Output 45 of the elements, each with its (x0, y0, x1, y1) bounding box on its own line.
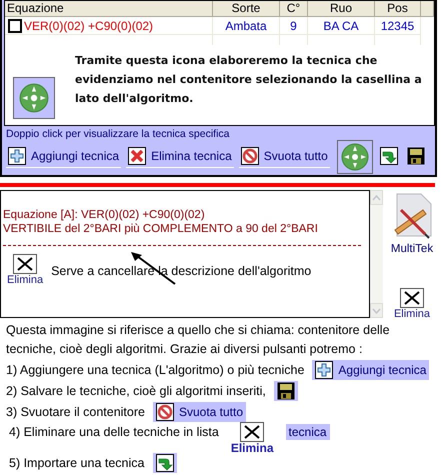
close-icon[interactable] (13, 254, 38, 274)
step-text: 5) Importare una tecnica (9, 456, 144, 470)
step-text: 1) Aggiungere una tecnica (L'algoritmo) o più tecniche (6, 362, 304, 376)
icon-button[interactable] (378, 147, 400, 167)
callout-text: Tramite questa icona elaboreremo la tecnica che evidenziamo nel contenitore selezionando la casellina a lato dell'algoritmo. (75, 53, 423, 107)
cross-icon (128, 146, 146, 164)
app-launcher[interactable]: MultiTek (389, 190, 435, 255)
table-cell-text: VER(0)(02) +C90(0)(02) (24, 18, 154, 34)
icon-button[interactable] (152, 452, 176, 472)
step-text: 2) Salvare le tecniche, cioè gli algoritmi inseriti, (6, 384, 266, 398)
toolbar-button[interactable]: Aggiungi tecnica (6, 146, 122, 168)
toolbar-button[interactable]: Aggiungi tecnica (312, 360, 430, 380)
intro-text: Questa immagine si riferisce a quello che si chiama: contenitore delle tecniche, cioè degli algoritmi. Grazie ai diversi pulsanti potremo : (6, 322, 391, 358)
button-label: tecnica (286, 424, 330, 440)
checkbox[interactable] (8, 18, 22, 32)
close-icon[interactable] (400, 288, 424, 308)
toolbar-button[interactable]: Svuota tutto (152, 402, 246, 422)
column-header[interactable]: C° (280, 1, 308, 16)
delete-button[interactable]: Elimina (226, 422, 278, 454)
plus-icon (8, 146, 26, 164)
delete-button[interactable]: Elimina (7, 254, 44, 286)
column-header[interactable]: Sorte (213, 1, 280, 16)
description-line: VERTIBILE del 2°BARI più COMPLEMENTO a 90 del 2°BARI (3, 222, 319, 236)
column-header[interactable]: Pos (375, 1, 421, 16)
prohibited-icon (156, 402, 174, 420)
column-header[interactable]: Ruo (308, 1, 375, 16)
icon-button[interactable] (274, 380, 298, 400)
close-icon[interactable] (240, 422, 264, 442)
compass-icon (340, 142, 370, 172)
table-cell-text: 12345 (380, 18, 414, 34)
icon-button[interactable] (404, 147, 427, 167)
delete-button[interactable]: Elimina (394, 288, 430, 320)
prohibited-icon (240, 146, 259, 164)
compass-icon (13, 77, 55, 119)
description-line: Equazione [A]: VER(0)(02) +C90(0)(02) (3, 208, 206, 222)
toolbar-button[interactable]: Svuota tutto (238, 146, 330, 168)
hint-text: Doppio click per visualizzare la tecnica specifica (6, 128, 231, 141)
step-text: 3) Svuotare il contenitore (6, 404, 145, 418)
table-cell-text: BA CA (323, 18, 359, 34)
table-cell-text: 9 (290, 18, 297, 34)
step-text: 4) Eliminare una delle tecniche in lista (9, 425, 219, 439)
column-header[interactable]: Equazione (5, 1, 213, 16)
toolbar-button[interactable]: Elimina tecnica (126, 146, 234, 168)
table-cell-text: Ambata (225, 18, 267, 34)
plus-icon (315, 360, 334, 378)
